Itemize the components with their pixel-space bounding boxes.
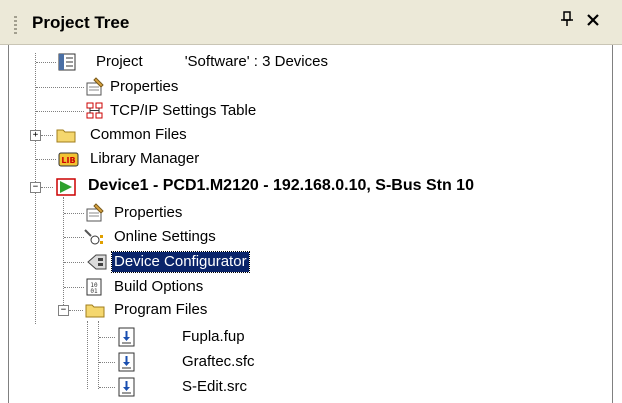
pin-icon[interactable] (560, 11, 574, 31)
tree-item-program-files[interactable]: Program Files (114, 300, 207, 320)
tree-item-properties[interactable]: Properties (110, 77, 178, 97)
tree-connector (87, 321, 88, 389)
properties-icon (84, 203, 106, 223)
project-icon (56, 52, 78, 72)
close-icon[interactable] (586, 12, 600, 31)
properties-icon (84, 77, 106, 97)
tree-item-sedit-file[interactable]: S-Edit.src (182, 377, 247, 397)
tree-item-common-files[interactable]: Common Files (90, 125, 187, 145)
collapse-icon[interactable]: − (58, 305, 69, 316)
tree-item-device-properties[interactable]: Properties (114, 203, 182, 223)
tree-item-device1[interactable]: Device1 - PCD1.M2120 - 192.168.0.10, S-B… (88, 176, 474, 196)
configurator-icon (84, 252, 107, 272)
build-options-icon: 10 01 (84, 277, 106, 297)
network-table-icon (84, 101, 106, 121)
drag-grip-icon[interactable] (14, 16, 17, 34)
expand-icon[interactable]: + (30, 130, 41, 141)
device-play-icon (55, 177, 77, 197)
collapse-icon[interactable]: − (30, 182, 41, 193)
online-settings-icon (82, 227, 104, 247)
panel-title: Project Tree (32, 13, 130, 32)
project-tree: Project 'Software' : 3 Devices Properties… (0, 45, 622, 403)
file-download-icon (116, 377, 138, 397)
tree-item-library-manager[interactable]: Library Manager (90, 149, 199, 169)
lib-icon: LIB (58, 149, 80, 169)
tree-item-build-options[interactable]: Build Options (114, 277, 203, 297)
tree-item-project[interactable]: Project 'Software' : 3 Devices (96, 52, 328, 72)
tree-connector (98, 321, 99, 389)
tree-item-online-settings[interactable]: Online Settings (114, 227, 216, 247)
folder-icon (55, 125, 77, 145)
file-download-icon (116, 352, 138, 372)
tree-item-graftec-file[interactable]: Graftec.sfc (182, 352, 255, 372)
file-download-icon (116, 327, 138, 347)
folder-icon (84, 300, 106, 320)
project-tree-panel: Project Tree Project 'Software' : 3 Devic… (0, 0, 622, 403)
tree-item-tcpip[interactable]: TCP/IP Settings Table (110, 101, 256, 121)
tree-item-fupla-file[interactable]: Fupla.fup (182, 327, 245, 347)
panel-titlebar[interactable]: Project Tree (0, 0, 622, 45)
tree-item-device-configurator[interactable]: Device Configurator (111, 251, 250, 273)
project-detail: 'Software' : 3 Devices (184, 53, 328, 70)
svg-text:01: 01 (90, 288, 98, 295)
svg-text:LIB: LIB (61, 156, 75, 165)
